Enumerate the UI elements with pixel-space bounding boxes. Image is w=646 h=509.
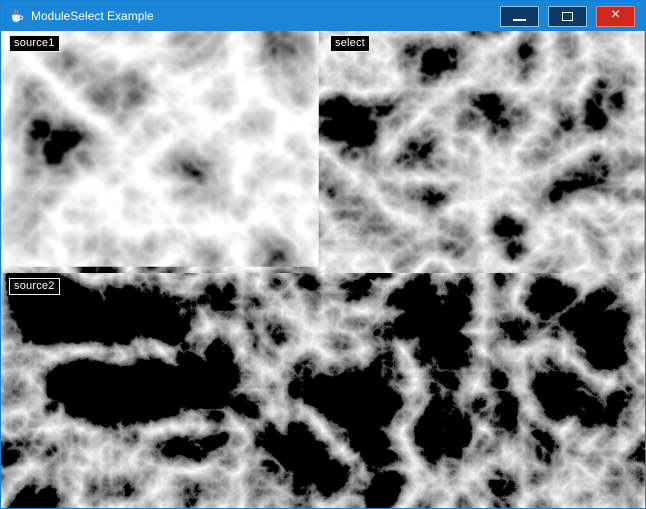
- render-canvas: source1 select source2: [1, 30, 645, 508]
- source2-noise-image: [1, 273, 645, 508]
- maximize-icon: [562, 12, 573, 21]
- app-window: ModuleSelect Example ×: [0, 0, 646, 509]
- source1-label: source1: [9, 35, 60, 52]
- java-icon[interactable]: [8, 8, 24, 24]
- minimize-icon: [513, 19, 526, 21]
- window-controls: ×: [500, 6, 635, 27]
- select-label: select: [330, 35, 370, 52]
- close-button[interactable]: ×: [596, 6, 635, 27]
- source2-label: source2: [9, 278, 60, 295]
- window-title: ModuleSelect Example: [31, 9, 500, 23]
- minimize-button[interactable]: [500, 6, 539, 27]
- maximize-button[interactable]: [548, 6, 587, 27]
- close-icon: ×: [611, 7, 620, 23]
- source1-noise-image: [1, 30, 319, 267]
- titlebar[interactable]: ModuleSelect Example ×: [1, 1, 645, 31]
